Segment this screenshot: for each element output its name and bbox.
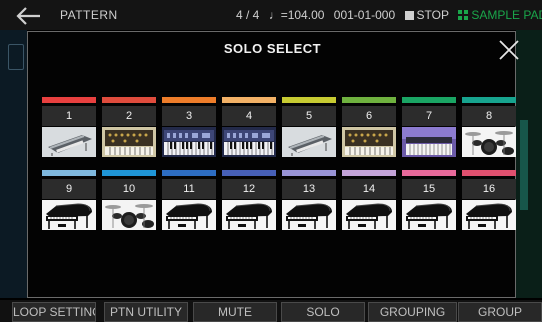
grand-piano-icon — [462, 200, 516, 230]
pad-number: 12 — [222, 179, 276, 199]
pad-color-bar — [222, 97, 276, 103]
group-button[interactable]: GROUP — [458, 302, 542, 322]
pad-6[interactable]: 6 — [342, 97, 396, 157]
pad-15[interactable]: 15 — [402, 170, 456, 230]
pad-grid-icon — [458, 10, 469, 20]
pad-color-bar — [162, 170, 216, 176]
solo-select-dialog: SOLO SELECT 1 2 3 4 5 6 7 8 9 10 11 12 13 14 15 16 — [27, 31, 519, 298]
background-right-panel — [516, 30, 542, 298]
pad-color-bar — [282, 97, 336, 103]
page-title: PATTERN — [60, 8, 118, 22]
pad-2[interactable]: 2 — [102, 97, 156, 157]
loop-setting-button[interactable]: LOOP SETTING — [12, 302, 96, 322]
pad-number: 2 — [102, 106, 156, 126]
pad-number: 14 — [342, 179, 396, 199]
pad-number: 4 — [222, 106, 276, 126]
pad-14[interactable]: 14 — [342, 170, 396, 230]
pad-color-bar — [462, 170, 516, 176]
pad-1[interactable]: 1 — [42, 97, 96, 157]
grand-piano-icon — [222, 200, 276, 230]
function-bar: LOOP SETTING PTN UTILITY MUTE SOLO GROUPING G… — [0, 300, 542, 322]
pad-8[interactable]: 8 — [462, 97, 516, 157]
synth-workstation-icon — [402, 127, 456, 157]
pad-color-bar — [42, 170, 96, 176]
pad-number: 3 — [162, 106, 216, 126]
pad-11[interactable]: 11 — [162, 170, 216, 230]
synth-modular-icon — [342, 127, 396, 157]
transport-info: 4 / 4 ♩=104.00 001-01-000 STOP SAMPLE PA… — [236, 8, 542, 22]
synth-silver-icon — [282, 127, 336, 157]
track-slot — [8, 44, 24, 70]
grouping-button[interactable]: GROUPING — [368, 302, 457, 322]
pad-color-bar — [162, 97, 216, 103]
pad-number: 15 — [402, 179, 456, 199]
grand-piano-icon — [282, 200, 336, 230]
pad-16[interactable]: 16 — [462, 170, 516, 230]
pad-color-bar — [282, 170, 336, 176]
drum-kit-icon — [102, 200, 156, 230]
pad-number: 13 — [282, 179, 336, 199]
pad-5[interactable]: 5 — [282, 97, 336, 157]
synth-keyboard-icon — [162, 127, 216, 157]
synth-keyboard-icon — [222, 127, 276, 157]
stop-indicator: STOP — [404, 8, 449, 22]
pad-number: 7 — [402, 106, 456, 126]
pad-13[interactable]: 13 — [282, 170, 336, 230]
scroll-indicator — [520, 120, 528, 210]
grand-piano-icon — [162, 200, 216, 230]
pad-color-bar — [42, 97, 96, 103]
synth-silver-icon — [42, 127, 96, 157]
close-icon[interactable] — [497, 38, 521, 62]
time-signature: 4 / 4 — [236, 8, 260, 22]
pad-number: 11 — [162, 179, 216, 199]
pad-number: 5 — [282, 106, 336, 126]
tempo-display: ♩=104.00 — [268, 8, 325, 22]
pad-color-bar — [102, 97, 156, 103]
grand-piano-icon — [42, 200, 96, 230]
pad-number: 10 — [102, 179, 156, 199]
mute-button[interactable]: MUTE — [193, 302, 277, 322]
pad-number: 9 — [42, 179, 96, 199]
pad-7[interactable]: 7 — [402, 97, 456, 157]
pad-color-bar — [402, 97, 456, 103]
pad-number: 1 — [42, 106, 96, 126]
pad-color-bar — [342, 97, 396, 103]
drum-kit-icon — [462, 127, 516, 157]
sample-pad-indicator[interactable]: SAMPLE PAD — [458, 8, 542, 22]
background-track-panel — [0, 30, 27, 298]
solo-button[interactable]: SOLO — [281, 302, 365, 322]
synth-modular-icon — [102, 127, 156, 157]
pad-4[interactable]: 4 — [222, 97, 276, 157]
pad-9[interactable]: 9 — [42, 170, 96, 230]
pad-number: 8 — [462, 106, 516, 126]
pad-3[interactable]: 3 — [162, 97, 216, 157]
pad-color-bar — [342, 170, 396, 176]
dialog-title: SOLO SELECT — [223, 41, 322, 56]
pad-number: 6 — [342, 106, 396, 126]
pad-color-bar — [402, 170, 456, 176]
pad-color-bar — [222, 170, 276, 176]
pad-10[interactable]: 10 — [102, 170, 156, 230]
pad-color-bar — [102, 170, 156, 176]
stop-icon — [404, 11, 414, 20]
pad-number: 16 — [462, 179, 516, 199]
status-bar: PATTERN 4 / 4 ♩=104.00 001-01-000 STOP S… — [0, 0, 542, 30]
pad-color-bar — [462, 97, 516, 103]
song-position: 001-01-000 — [333, 8, 396, 22]
back-arrow-icon[interactable] — [14, 6, 42, 26]
grand-piano-icon — [342, 200, 396, 230]
grand-piano-icon — [402, 200, 456, 230]
ptn-utility-button[interactable]: PTN UTILITY — [104, 302, 188, 322]
pad-12[interactable]: 12 — [222, 170, 276, 230]
